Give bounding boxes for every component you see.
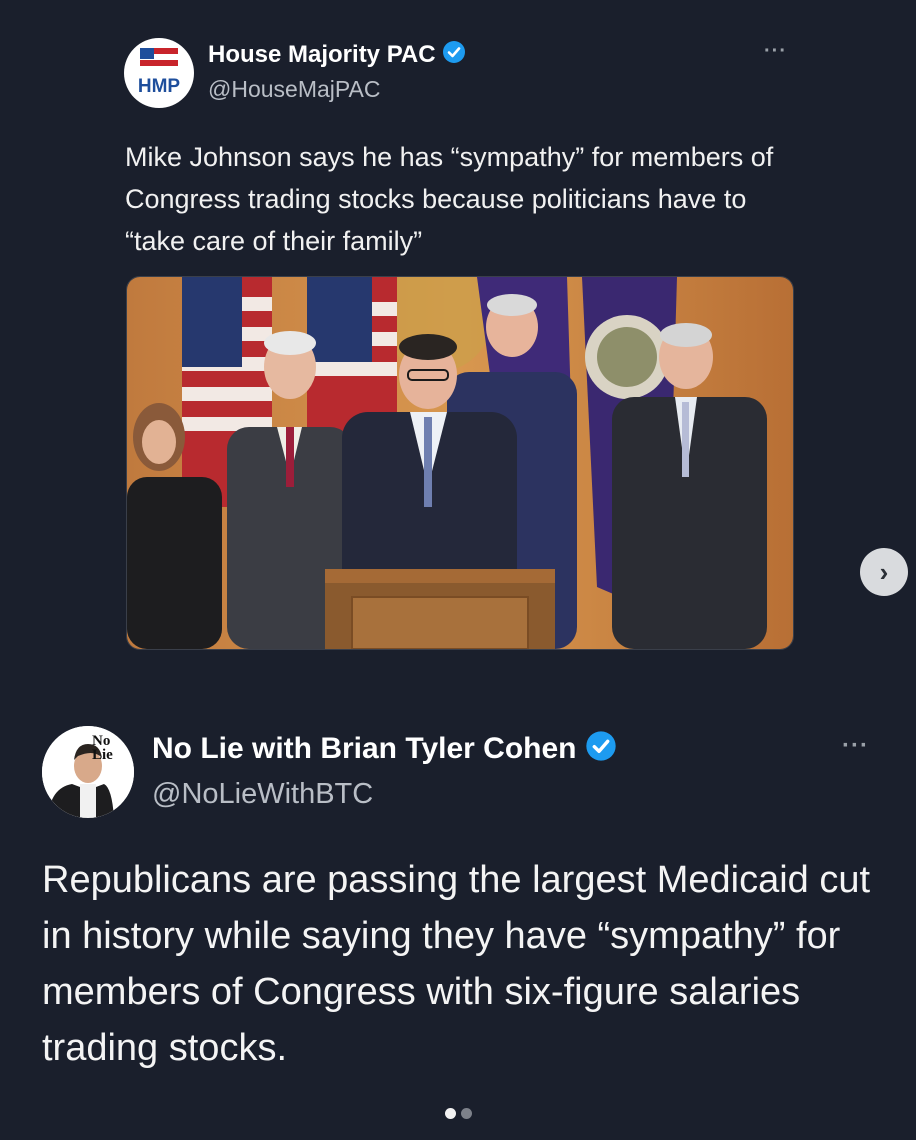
tweet2-handle[interactable]: @NoLieWithBTC [152,778,373,811]
nolie-avatar-label-lie: Lie [92,747,113,763]
pagination-dot[interactable] [461,1108,472,1119]
tweet1-photo[interactable] [126,276,794,650]
nolie-avatar[interactable]: No Lie [42,726,134,818]
nolie-avatar-label-no: No [92,733,111,749]
press-conference-image [127,277,793,649]
verified-badge-icon [585,730,617,770]
more-options-icon[interactable]: ··· [842,732,869,760]
chevron-right-icon: › [879,556,889,587]
tweet2-display-name[interactable]: No Lie with Brian Tyler Cohen [152,732,576,765]
tweet2-text: Republicans are passing the largest Medi… [42,859,871,1069]
verified-badge-icon [442,40,466,71]
tweet1-text: Mike Johnson says he has “sympathy” for … [125,142,774,256]
more-options-icon[interactable]: ··· [764,40,787,63]
tweet1-handle[interactable]: @HouseMajPAC [208,76,380,103]
hmp-avatar[interactable]: HMP [124,38,194,108]
tweet2-header: No Lie with Brian Tyler Cohen [152,730,617,770]
hmp-avatar-label: HMP [137,76,181,97]
carousel-next-button[interactable]: › [860,548,908,596]
pagination-dot-active[interactable] [445,1108,456,1119]
tweet1-display-name[interactable]: House Majority PAC [208,41,436,68]
person-avatar-icon [42,726,134,818]
tweet1-header: House Majority PAC [208,40,466,71]
carousel-pagination [445,1108,472,1119]
